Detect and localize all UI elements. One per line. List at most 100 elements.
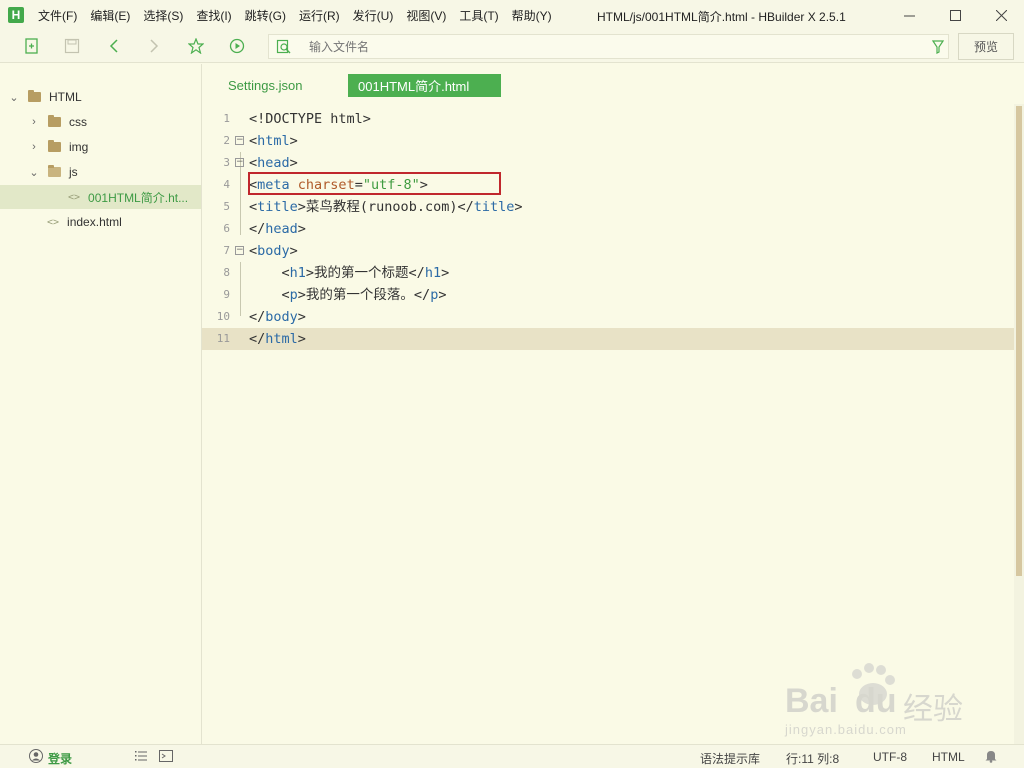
- window-controls: [886, 0, 1024, 30]
- terminal-icon[interactable]: [159, 749, 173, 766]
- tab-001html[interactable]: 001HTML简介.html: [348, 74, 501, 97]
- save-icon: [64, 38, 80, 54]
- syntax-hint-button[interactable]: 语法提示库: [700, 750, 760, 767]
- watermark-brand-2: du: [855, 682, 897, 720]
- code-text: </head>: [249, 221, 306, 237]
- preview-button[interactable]: 预览: [958, 33, 1014, 60]
- fold-toggle[interactable]: −: [235, 136, 244, 145]
- notification-bell-icon[interactable]: [984, 749, 998, 766]
- folder-icon: [28, 90, 41, 102]
- tree-item-label: js: [69, 165, 78, 179]
- new-file-button[interactable]: [23, 37, 41, 55]
- forward-button[interactable]: [145, 37, 163, 55]
- vertical-scrollbar[interactable]: [1014, 104, 1024, 744]
- window-title: HTML/js/001HTML简介.html - HBuilder X 2.5.…: [597, 10, 846, 24]
- save-button[interactable]: [63, 37, 81, 55]
- minimize-icon: [903, 15, 915, 16]
- back-button[interactable]: [105, 37, 123, 55]
- tree-item-img[interactable]: › img: [0, 135, 201, 159]
- project-explorer: ⌄ HTML › css › img ⌄ js <> 001HTML简介.ht.…: [0, 64, 202, 744]
- language-selector[interactable]: HTML: [932, 750, 965, 764]
- code-text: <p>我的第一个段落。</p>: [249, 287, 447, 303]
- line-number: 3: [223, 156, 230, 169]
- menu-goto[interactable]: 跳转(G): [245, 7, 286, 24]
- menu-publish[interactable]: 发行(U): [353, 7, 394, 24]
- scrollbar-thumb[interactable]: [1016, 106, 1022, 576]
- login-link[interactable]: 登录: [48, 750, 72, 767]
- fold-toggle[interactable]: −: [235, 158, 244, 167]
- code-file-icon: <>: [47, 216, 60, 228]
- tree-item-index-html[interactable]: <> index.html: [0, 210, 201, 234]
- tree-item-selected-file[interactable]: <> 001HTML简介.ht...: [0, 185, 201, 209]
- annotation-highlight-box: [248, 172, 501, 195]
- status-bar: 登录 语法提示库 行:11 列:8 UTF-8 HTML: [0, 744, 1024, 768]
- close-icon: [995, 9, 1007, 21]
- menu-view[interactable]: 视图(V): [406, 7, 446, 24]
- code-text: <!DOCTYPE html>: [249, 111, 371, 127]
- line-number: 7: [223, 244, 230, 257]
- new-file-icon: [25, 38, 38, 54]
- run-button[interactable]: [228, 37, 246, 55]
- chevron-right-icon[interactable]: ›: [28, 141, 40, 153]
- encoding-selector[interactable]: UTF-8: [873, 750, 907, 764]
- chevron-down-icon[interactable]: ⌄: [8, 91, 20, 104]
- list-icon[interactable]: [134, 749, 148, 766]
- filter-icon[interactable]: [932, 40, 944, 54]
- star-icon: [188, 38, 204, 54]
- editor-tabs: Settings.json 001HTML简介.html: [202, 64, 1024, 104]
- file-search-icon: [276, 39, 291, 54]
- code-text: <body>: [249, 243, 298, 259]
- menu-edit[interactable]: 编辑(E): [90, 7, 130, 24]
- tree-item-html[interactable]: ⌄ HTML: [0, 85, 201, 109]
- folder-icon: [48, 115, 61, 127]
- line-number: 1: [223, 112, 230, 125]
- code-line: 5 <title>菜鸟教程(runoob.com)</title>: [202, 196, 1014, 218]
- code-line: 10 </body>: [202, 306, 1014, 328]
- close-button[interactable]: [978, 0, 1024, 30]
- code-line-current: 11 </html>: [202, 328, 1014, 350]
- maximize-icon: [949, 9, 961, 21]
- file-search-box[interactable]: [268, 34, 949, 59]
- code-line: 2 − <html>: [202, 130, 1014, 152]
- tree-item-label: index.html: [67, 215, 122, 229]
- chevron-down-icon[interactable]: ⌄: [28, 166, 40, 179]
- menu-help[interactable]: 帮助(Y): [512, 7, 552, 24]
- menu-find[interactable]: 查找(I): [196, 7, 231, 24]
- tree-item-js[interactable]: ⌄ js: [0, 160, 201, 184]
- chevron-left-icon: [109, 39, 118, 53]
- chevron-right-icon[interactable]: ›: [28, 116, 40, 128]
- line-number: 5: [223, 200, 230, 213]
- code-editor[interactable]: 1 <!DOCTYPE html> 2 − <html> 3 − <head> …: [202, 104, 1014, 744]
- tab-settings-json[interactable]: Settings.json: [228, 74, 302, 97]
- watermark-suffix: 经验: [903, 693, 963, 726]
- menu-bar: 文件(F) 编辑(E) 选择(S) 查找(I) 跳转(G) 运行(R) 发行(U…: [38, 7, 565, 24]
- line-number: 4: [223, 178, 230, 191]
- chevron-right-icon: [150, 39, 159, 53]
- user-icon[interactable]: [29, 749, 43, 766]
- tree-item-css[interactable]: › css: [0, 110, 201, 134]
- code-line: 7 − <body>: [202, 240, 1014, 262]
- line-number: 10: [216, 310, 230, 323]
- menu-select[interactable]: 选择(S): [143, 7, 183, 24]
- code-text: <h1>我的第一个标题</h1>: [249, 265, 450, 281]
- tree-item-label: img: [69, 140, 89, 154]
- menu-run[interactable]: 运行(R): [299, 7, 340, 24]
- fold-toggle[interactable]: −: [235, 246, 244, 255]
- maximize-button[interactable]: [932, 0, 978, 30]
- tree-item-label: HTML: [49, 90, 82, 104]
- cursor-position[interactable]: 行:11 列:8: [786, 750, 839, 767]
- favorite-button[interactable]: [187, 37, 205, 55]
- line-number: 9: [223, 288, 230, 301]
- tree-item-label: css: [69, 115, 87, 129]
- watermark-url: jingyan.baidu.com: [785, 722, 907, 737]
- play-circle-icon: [229, 38, 245, 54]
- line-number: 2: [223, 134, 230, 147]
- code-text: <html>: [249, 133, 298, 149]
- code-line: 3 − <head>: [202, 152, 1014, 174]
- file-search-input[interactable]: [309, 38, 909, 56]
- code-text: <head>: [249, 155, 298, 171]
- menu-tools[interactable]: 工具(T): [459, 7, 498, 24]
- minimize-button[interactable]: [886, 0, 932, 30]
- menu-file[interactable]: 文件(F): [38, 7, 77, 24]
- title-bar: H 文件(F) 编辑(E) 选择(S) 查找(I) 跳转(G) 运行(R) 发行…: [0, 0, 1024, 30]
